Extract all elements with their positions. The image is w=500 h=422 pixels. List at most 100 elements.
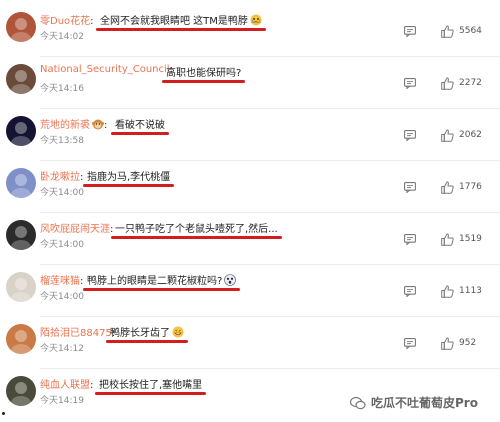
- comment-text: 鸭脖长牙齿了: [106, 324, 188, 343]
- comment-body: 一只鸭子吃了个老鼠头噎死了,然后...: [115, 224, 278, 235]
- avatar[interactable]: [6, 376, 36, 406]
- grin-emoji-icon: [172, 326, 184, 338]
- colon: :: [90, 16, 94, 27]
- comment-text: 看破不说破: [111, 116, 169, 135]
- comment-icon[interactable]: [404, 182, 416, 193]
- avatar-image: [6, 324, 36, 354]
- comment-item: 陌拾泪已88475: 鸭脖长牙齿了 今天14:12 952: [0, 318, 500, 370]
- comment-icon[interactable]: [404, 234, 416, 245]
- comment-body: 指鹿为马,李代桃僵: [87, 172, 171, 183]
- avatar[interactable]: [6, 272, 36, 302]
- red-underline: [95, 392, 207, 395]
- comment-text: 指鹿为马,李代桃僵: [83, 168, 175, 187]
- comment-item: 零Duo花花: 全网不会就我眼睛吧 这TM是鸭脖 今天14:02 5564: [0, 6, 500, 58]
- comment-item: 风吹屁屁闹天涯: 一只鸭子吃了个老鼠头噎死了,然后... 今天14:00 1519: [0, 214, 500, 266]
- username[interactable]: 零Duo花花: [40, 16, 90, 27]
- avatar-image: [6, 116, 36, 146]
- username[interactable]: 陌拾泪已88475: [40, 328, 112, 339]
- divider: [40, 160, 500, 161]
- avatar[interactable]: [6, 12, 36, 42]
- red-underline: [106, 340, 188, 343]
- timestamp: 今天14:16: [40, 84, 84, 94]
- comment-text: 全网不会就我眼睛吧 这TM是鸭脖: [96, 12, 266, 31]
- timestamp: 今天14:19: [40, 396, 84, 406]
- username[interactable]: 风吹屁屁闹天涯: [40, 224, 110, 235]
- username[interactable]: 荒地的新裘: [40, 120, 90, 131]
- comment-text: 一只鸭子吃了个老鼠头噎死了,然后...: [111, 220, 282, 239]
- username[interactable]: National_Security_Council: [40, 64, 170, 75]
- avatar-image: [6, 376, 36, 406]
- username-link[interactable]: 榴莲咪猫:: [40, 272, 83, 287]
- comment-item: 卧龙嗽拉: 指鹿为马,李代桃僵 今天14:00 1776: [0, 162, 500, 214]
- username[interactable]: 榴莲咪猫: [40, 276, 80, 287]
- avatar[interactable]: [6, 220, 36, 250]
- comment-icon[interactable]: [404, 130, 416, 141]
- like-count: 1519: [459, 234, 482, 244]
- wechat-icon: [350, 396, 366, 409]
- avatar-image: [6, 64, 36, 94]
- thumb-up-icon[interactable]: [441, 77, 454, 90]
- watermark: 吃瓜不吐葡萄皮Pro: [350, 394, 478, 411]
- username[interactable]: 卧龙嗽拉: [40, 172, 80, 183]
- divider: [40, 264, 500, 265]
- colon: :: [80, 172, 84, 183]
- avatar-image: [6, 168, 36, 198]
- username-link[interactable]: 风吹屁屁闹天涯:: [40, 220, 113, 235]
- shocked-emoji-icon: [224, 274, 237, 286]
- colon: :: [104, 120, 108, 131]
- divider: [40, 56, 500, 57]
- comment-body: 鸭脖上的眼睛是二颗花椒粒吗?: [87, 276, 223, 287]
- red-underline: [162, 80, 246, 83]
- red-underline: [96, 28, 266, 31]
- comment-body: 把校长按住了,塞他嘴里: [99, 380, 203, 391]
- avatar-image: [6, 220, 36, 250]
- username-link[interactable]: 陌拾泪已88475:: [40, 324, 115, 339]
- username-link[interactable]: 卧龙嗽拉:: [40, 168, 83, 183]
- avatar[interactable]: [6, 324, 36, 354]
- like-count: 2062: [459, 130, 482, 140]
- thumb-up-icon[interactable]: [441, 337, 454, 350]
- comment-body: 高职也能保研吗?: [166, 68, 242, 79]
- timestamp: 今天14:00: [40, 240, 84, 250]
- monkey-emoji-icon: [92, 119, 104, 130]
- comment-item: National_Security_Council: 高职也能保研吗? 今天14:1…: [0, 58, 500, 110]
- username-link[interactable]: 纯血人联盟:: [40, 376, 93, 391]
- thumb-up-icon[interactable]: [441, 181, 454, 194]
- avatar-image: [6, 272, 36, 302]
- thumb-up-icon[interactable]: [441, 25, 454, 38]
- stray-dot: [2, 412, 5, 415]
- comment-text: 鸭脖上的眼睛是二颗花椒粒吗?: [83, 272, 241, 291]
- colon: :: [90, 380, 94, 391]
- comment-icon[interactable]: [404, 286, 416, 297]
- timestamp: 今天13:58: [40, 136, 84, 146]
- username-link[interactable]: National_Security_Council:: [40, 64, 173, 75]
- divider: [40, 368, 500, 369]
- username-link[interactable]: 荒地的新裘:: [40, 116, 107, 131]
- comment-icon[interactable]: [404, 26, 416, 37]
- comment-icon[interactable]: [404, 338, 416, 349]
- like-count: 1776: [459, 182, 482, 192]
- comment-body: 鸭脖长牙齿了: [110, 328, 170, 339]
- thumb-up-icon[interactable]: [441, 233, 454, 246]
- timestamp: 今天14:00: [40, 292, 84, 302]
- comment-item: 榴莲咪猫: 鸭脖上的眼睛是二颗花椒粒吗? 今天14:00 1113: [0, 266, 500, 318]
- timestamp: 今天14:12: [40, 344, 84, 354]
- avatar[interactable]: [6, 116, 36, 146]
- comment-icon[interactable]: [404, 78, 416, 89]
- comment-body: 全网不会就我眼睛吧 这TM是鸭脖: [100, 16, 248, 27]
- username[interactable]: 纯血人联盟: [40, 380, 90, 391]
- red-underline: [111, 236, 282, 239]
- username-link[interactable]: 零Duo花花:: [40, 12, 94, 27]
- divider: [40, 108, 500, 109]
- divider: [40, 316, 500, 317]
- timestamp: 今天14:00: [40, 188, 84, 198]
- avatar[interactable]: [6, 168, 36, 198]
- comment-body: 看破不说破: [115, 120, 165, 131]
- watermark-text: 吃瓜不吐葡萄皮Pro: [371, 396, 478, 410]
- avatar[interactable]: [6, 64, 36, 94]
- thumb-up-icon[interactable]: [441, 285, 454, 298]
- colon: :: [110, 224, 114, 235]
- avatar-image: [6, 12, 36, 42]
- timestamp: 今天14:02: [40, 32, 84, 42]
- thumb-up-icon[interactable]: [441, 129, 454, 142]
